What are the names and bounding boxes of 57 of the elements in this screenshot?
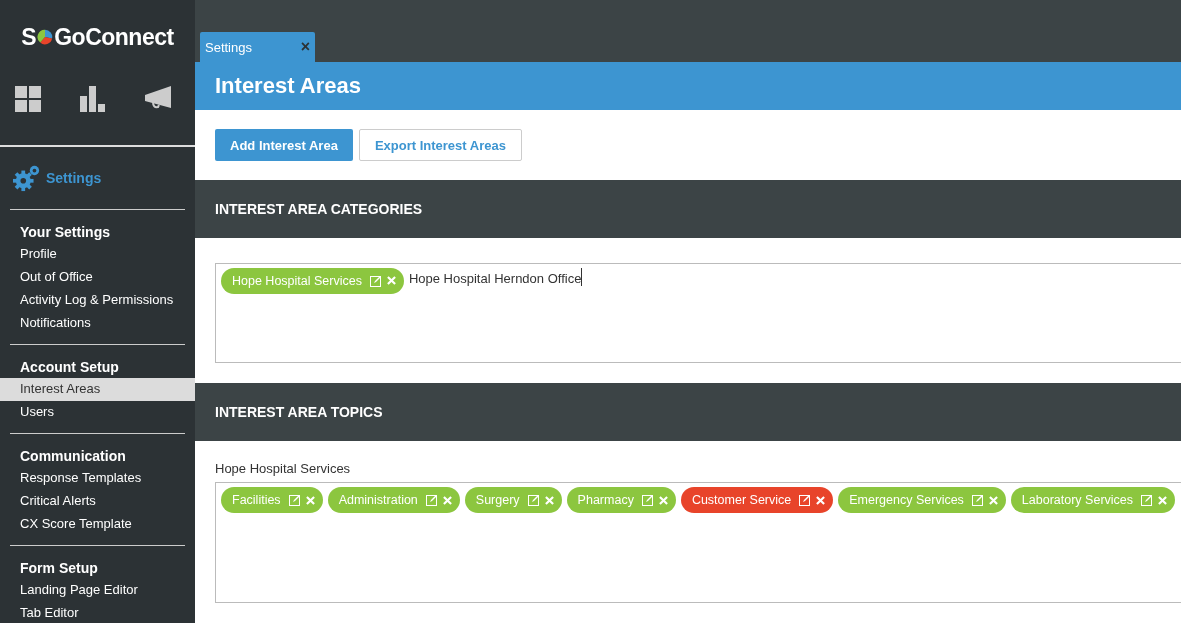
sidebar-item[interactable]: Interest Areas xyxy=(0,378,195,401)
bar-chart-icon[interactable] xyxy=(80,86,106,112)
add-button[interactable]: Add Interest Area xyxy=(215,129,353,162)
tag[interactable]: Surgery xyxy=(464,487,562,513)
tag-input-field[interactable]: Hope Hospital Services Hope Hospital Herndon Office xyxy=(215,263,1181,363)
tag-input-field[interactable]: Facilities Administration Surgery Pharmacy Customer Service Emergency Services Laboratory Services xyxy=(215,482,1181,603)
tag[interactable]: Customer Service xyxy=(680,487,834,513)
remove-icon[interactable] xyxy=(1158,495,1168,505)
remove-icon[interactable] xyxy=(988,495,998,505)
sidebar-item[interactable]: Critical Alerts xyxy=(0,490,195,513)
remove-icon[interactable] xyxy=(816,495,826,505)
tag[interactable]: Facilities xyxy=(221,487,323,513)
group-title: Communication xyxy=(19,447,127,466)
group-title: Your Settings xyxy=(19,223,111,242)
group-title: Form Setup xyxy=(19,559,99,578)
sidebar-item[interactable]: Landing Page Editor xyxy=(0,579,195,602)
tag[interactable]: Emergency Services xyxy=(838,487,1006,513)
tag[interactable]: Laboratory Services xyxy=(1010,487,1176,513)
gears-icon xyxy=(12,164,42,192)
edit-icon[interactable] xyxy=(425,494,438,506)
logo-text: GoConnect xyxy=(54,23,174,51)
export-button[interactable]: Export Interest Areas xyxy=(358,129,522,162)
edit-icon[interactable] xyxy=(1141,494,1154,506)
edit-icon[interactable] xyxy=(527,494,540,506)
group-title: Account Setup xyxy=(19,358,120,377)
sidebar-item[interactable]: CX Score Template xyxy=(0,513,195,536)
edit-icon[interactable] xyxy=(971,494,984,506)
sidebar-item[interactable]: Out of Office xyxy=(0,266,195,289)
edit-icon[interactable] xyxy=(369,275,382,287)
sidebar-item[interactable]: Response Templates xyxy=(0,467,195,490)
tag[interactable]: Pharmacy xyxy=(566,487,676,513)
remove-icon[interactable] xyxy=(658,495,668,505)
edit-icon[interactable] xyxy=(799,494,812,506)
tag[interactable]: Hope Hospital Services xyxy=(221,268,404,294)
close-icon[interactable]: × xyxy=(300,38,310,56)
page-title: Interest Areas xyxy=(215,73,361,100)
remove-icon[interactable] xyxy=(386,276,396,286)
section-title: Settings xyxy=(46,170,102,186)
edit-icon[interactable] xyxy=(641,494,654,506)
pie-chart-icon xyxy=(37,29,54,45)
sidebar-item[interactable]: Users xyxy=(0,401,195,424)
sidebar-item[interactable]: Profile xyxy=(0,243,195,266)
section-heading: INTEREST AREA TOPICS xyxy=(215,404,383,420)
logo-text: S xyxy=(21,23,37,51)
sidebar-item[interactable]: Tab Editor xyxy=(0,602,195,623)
typed-text: Hope Hospital Herndon Office xyxy=(408,268,583,286)
field-label: Hope Hospital Services xyxy=(215,461,352,476)
dashboard-grid-icon[interactable] xyxy=(15,86,41,112)
remove-icon[interactable] xyxy=(442,495,452,505)
tab[interactable]: Settings × xyxy=(200,32,315,62)
edit-icon[interactable] xyxy=(288,494,301,506)
remove-icon[interactable] xyxy=(305,495,315,505)
sidebar-item[interactable]: Notifications xyxy=(0,312,195,335)
sidebar-item[interactable]: Activity Log & Permissions xyxy=(0,289,195,312)
tag[interactable]: Administration xyxy=(327,487,460,513)
section-heading: INTEREST AREA CATEGORIES xyxy=(215,200,423,217)
remove-icon[interactable] xyxy=(544,495,554,505)
